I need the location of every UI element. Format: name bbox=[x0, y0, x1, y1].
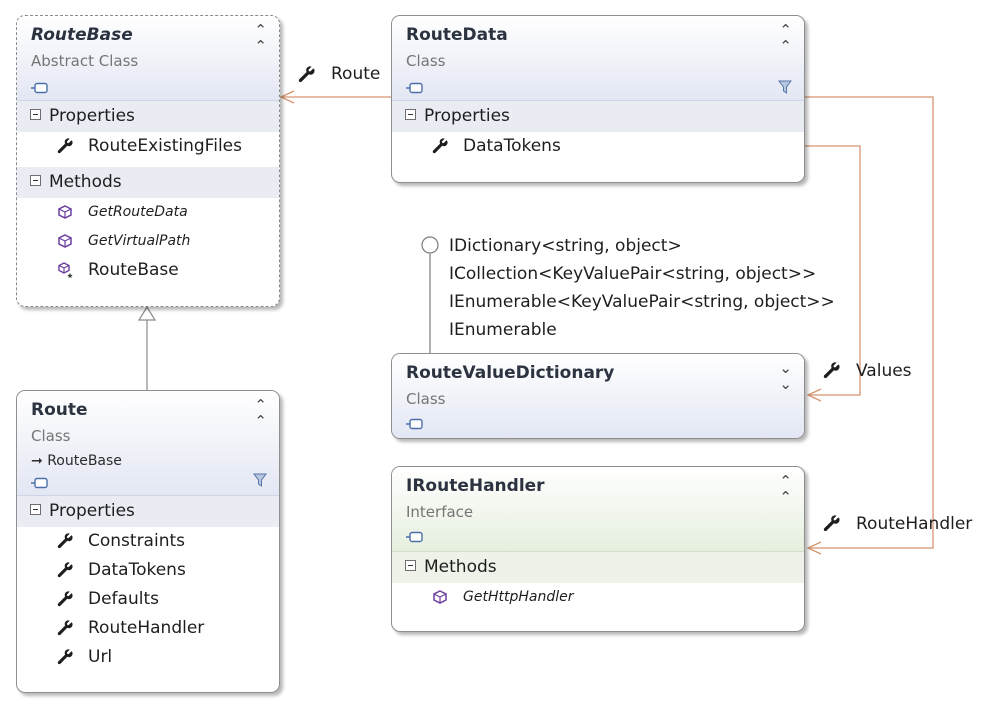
member-label: GetRouteData bbox=[88, 204, 188, 220]
association-routehandler-wrench-icon bbox=[823, 515, 840, 532]
class-shape-icon bbox=[31, 82, 48, 94]
route-name: Route bbox=[31, 400, 88, 420]
member-label: GetHttpHandler bbox=[463, 589, 574, 605]
property-wrench-icon bbox=[57, 562, 73, 578]
property-wrench-icon bbox=[57, 620, 73, 636]
route-properties-section[interactable]: Properties bbox=[17, 496, 279, 527]
section-toggle-icon[interactable] bbox=[405, 109, 416, 120]
routevaluedictionary-name: RouteValueDictionary bbox=[406, 363, 615, 383]
routedata-properties-section[interactable]: Properties bbox=[392, 101, 804, 132]
expand-chevron-down-icon[interactable]: ⌄ ⌄ bbox=[779, 360, 792, 392]
property-wrench-icon bbox=[432, 138, 448, 154]
interface-label-icollection: ICollection<KeyValuePair<string, object>… bbox=[449, 264, 817, 284]
routevaluedictionary-class-box[interactable]: RouteValueDictionary Class ⌄ ⌄ bbox=[391, 353, 805, 439]
routebase-header: RouteBase Abstract Class ⌃ ⌃ bbox=[17, 16, 279, 101]
section-toggle-icon[interactable] bbox=[30, 175, 41, 186]
section-label: Properties bbox=[49, 106, 135, 126]
member-property[interactable]: Url bbox=[17, 643, 279, 672]
routedata-name: RouteData bbox=[406, 25, 508, 45]
inherit-arrow-icon: ➞ bbox=[31, 453, 43, 469]
class-shape-icon bbox=[406, 418, 423, 430]
interface-label-ienumerable-generic: IEnumerable<KeyValuePair<string, object>… bbox=[449, 292, 835, 312]
association-values-label: Values bbox=[856, 361, 912, 381]
route-class-box[interactable]: Route Class ➞ RouteBase ⌃ ⌃ Properties Co… bbox=[16, 390, 280, 693]
member-property[interactable]: Constraints bbox=[17, 527, 279, 556]
lollipop-circle bbox=[421, 236, 439, 254]
member-label: DataTokens bbox=[88, 560, 186, 580]
constructor-cube-icon bbox=[58, 262, 73, 278]
iroutehandler-name: IRouteHandler bbox=[406, 476, 545, 496]
member-label: RouteExistingFiles bbox=[88, 136, 242, 156]
property-wrench-icon bbox=[57, 649, 73, 665]
property-wrench-icon bbox=[57, 533, 73, 549]
member-label: Defaults bbox=[88, 589, 159, 609]
collapse-chevron-up-icon[interactable]: ⌃ ⌃ bbox=[779, 22, 792, 54]
filter-icon[interactable] bbox=[253, 473, 267, 487]
member-property[interactable]: DataTokens bbox=[392, 132, 804, 161]
member-label: RouteBase bbox=[88, 260, 179, 280]
section-label: Properties bbox=[49, 501, 135, 521]
routevaluedictionary-header: RouteValueDictionary Class ⌄ ⌄ bbox=[392, 354, 804, 438]
class-shape-icon bbox=[406, 82, 423, 94]
section-label: Properties bbox=[424, 106, 510, 126]
section-toggle-icon[interactable] bbox=[30, 504, 41, 515]
iroutehandler-methods-section[interactable]: Methods bbox=[392, 552, 804, 583]
filter-icon[interactable] bbox=[778, 80, 792, 94]
member-method[interactable]: GetVirtualPath bbox=[17, 227, 279, 256]
method-cube-icon bbox=[58, 205, 72, 219]
member-property[interactable]: RouteHandler bbox=[17, 614, 279, 643]
member-label: Constraints bbox=[88, 531, 185, 551]
interface-shape-icon bbox=[406, 531, 423, 543]
property-wrench-icon bbox=[57, 591, 73, 607]
member-constructor[interactable]: RouteBase bbox=[17, 256, 279, 285]
member-label: GetVirtualPath bbox=[88, 233, 191, 249]
member-method[interactable]: GetHttpHandler bbox=[392, 583, 804, 612]
section-toggle-icon[interactable] bbox=[405, 560, 416, 571]
class-shape-icon bbox=[31, 477, 48, 489]
interface-label-ienumerable: IEnumerable bbox=[449, 320, 557, 340]
generalization-arrowhead bbox=[137, 305, 157, 321]
collapse-chevron-up-icon[interactable]: ⌃ ⌃ bbox=[254, 22, 267, 54]
association-route-wrench-icon bbox=[298, 66, 315, 83]
inherit-label: RouteBase bbox=[47, 453, 122, 469]
iroutehandler-header: IRouteHandler Interface ⌃ ⌃ bbox=[392, 467, 804, 552]
routebase-kind: Abstract Class bbox=[31, 52, 139, 70]
routevaluedictionary-kind: Class bbox=[406, 390, 446, 408]
collapse-chevron-up-icon[interactable]: ⌃ ⌃ bbox=[254, 397, 267, 429]
section-toggle-icon[interactable] bbox=[30, 109, 41, 120]
method-cube-icon bbox=[433, 590, 447, 604]
section-label: Methods bbox=[49, 172, 122, 192]
iroutehandler-interface-box[interactable]: IRouteHandler Interface ⌃ ⌃ Methods GetHt… bbox=[391, 466, 805, 632]
member-method[interactable]: GetRouteData bbox=[17, 198, 279, 227]
property-wrench-icon bbox=[57, 138, 73, 154]
route-header: Route Class ➞ RouteBase ⌃ ⌃ bbox=[17, 391, 279, 496]
collapse-chevron-up-icon[interactable]: ⌃ ⌃ bbox=[779, 473, 792, 505]
route-inherits: ➞ RouteBase bbox=[31, 453, 122, 469]
method-cube-icon bbox=[58, 234, 72, 248]
routedata-class-box[interactable]: RouteData Class ⌃ ⌃ Properties DataTokens bbox=[391, 15, 805, 183]
routedata-header: RouteData Class ⌃ ⌃ bbox=[392, 16, 804, 101]
association-route-label: Route bbox=[331, 64, 381, 84]
association-routehandler-line bbox=[805, 96, 934, 549]
member-label: Url bbox=[88, 647, 113, 667]
interface-label-idictionary: IDictionary<string, object> bbox=[449, 236, 682, 256]
member-property[interactable]: RouteExistingFiles bbox=[17, 132, 279, 161]
routebase-methods-section[interactable]: Methods bbox=[17, 167, 279, 198]
iroutehandler-kind: Interface bbox=[406, 503, 474, 521]
association-values-wrench-icon bbox=[823, 362, 840, 379]
routebase-class-box[interactable]: RouteBase Abstract Class ⌃ ⌃ Properties R… bbox=[16, 15, 280, 307]
route-kind: Class bbox=[31, 427, 71, 445]
routedata-kind: Class bbox=[406, 52, 446, 70]
association-routehandler-label: RouteHandler bbox=[856, 514, 973, 534]
member-label: RouteHandler bbox=[88, 618, 205, 638]
member-label: DataTokens bbox=[463, 136, 561, 156]
member-property[interactable]: DataTokens bbox=[17, 556, 279, 585]
member-property[interactable]: Defaults bbox=[17, 585, 279, 614]
routebase-name: RouteBase bbox=[31, 25, 133, 45]
section-label: Methods bbox=[424, 557, 497, 577]
routebase-properties-section[interactable]: Properties bbox=[17, 101, 279, 132]
